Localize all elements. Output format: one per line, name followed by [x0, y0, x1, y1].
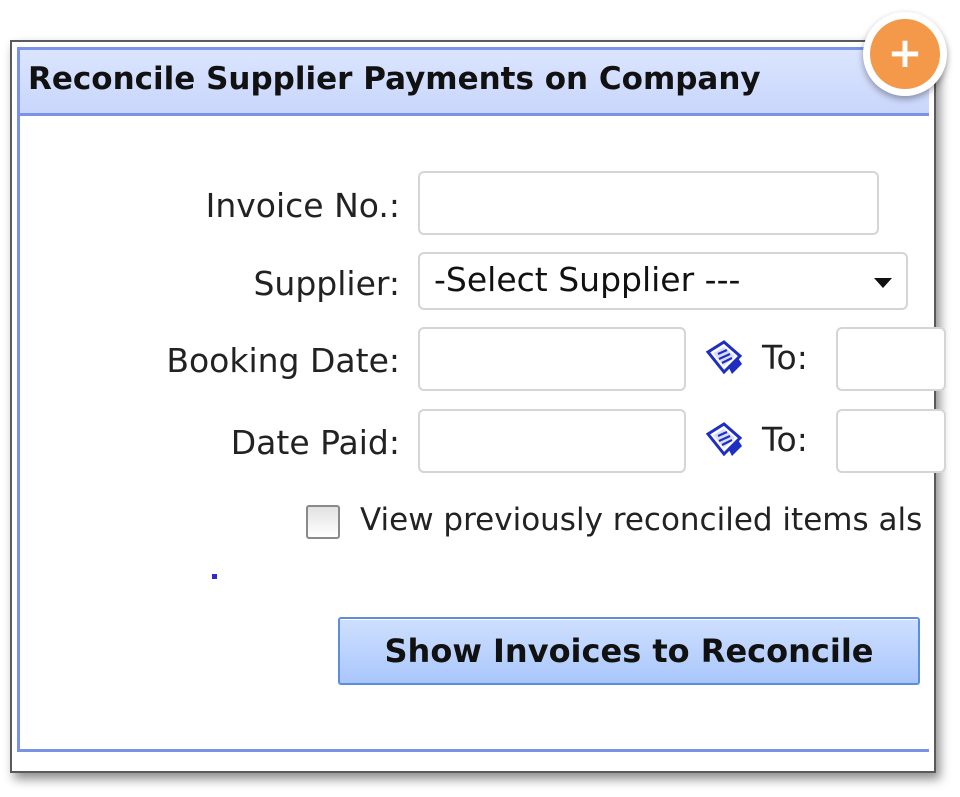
date-paid-to-label: To:	[762, 420, 808, 459]
panel-title: Reconcile Supplier Payments on Company	[28, 61, 761, 97]
add-button[interactable]: +	[863, 12, 947, 96]
plus-icon: +	[870, 19, 940, 89]
calendar-icon[interactable]	[704, 420, 744, 460]
calendar-icon[interactable]	[704, 338, 744, 378]
booking-date-from-input[interactable]	[418, 327, 686, 391]
booking-date-to-label: To:	[762, 338, 808, 377]
supplier-select[interactable]: -Select Supplier ---	[418, 252, 908, 310]
show-invoices-button[interactable]: Show Invoices to Reconcile	[338, 617, 920, 685]
invoice-no-input[interactable]	[418, 171, 879, 235]
view-reconciled-label: View previously reconciled items als	[360, 502, 923, 538]
date-paid-from-input[interactable]	[418, 409, 686, 473]
booking-date-label: Booking Date:	[166, 341, 400, 380]
date-paid-label: Date Paid:	[230, 423, 400, 462]
chevron-down-icon	[874, 278, 892, 288]
invoice-no-label: Invoice No.:	[205, 186, 400, 225]
date-paid-to-input[interactable]	[836, 409, 946, 473]
booking-date-to-input[interactable]	[836, 327, 946, 391]
panel-title-bar: Reconcile Supplier Payments on Company	[20, 50, 929, 116]
supplier-label: Supplier:	[253, 264, 400, 303]
view-reconciled-checkbox[interactable]	[306, 505, 340, 539]
supplier-select-value: -Select Supplier ---	[434, 260, 741, 299]
stray-dot	[212, 574, 217, 579]
